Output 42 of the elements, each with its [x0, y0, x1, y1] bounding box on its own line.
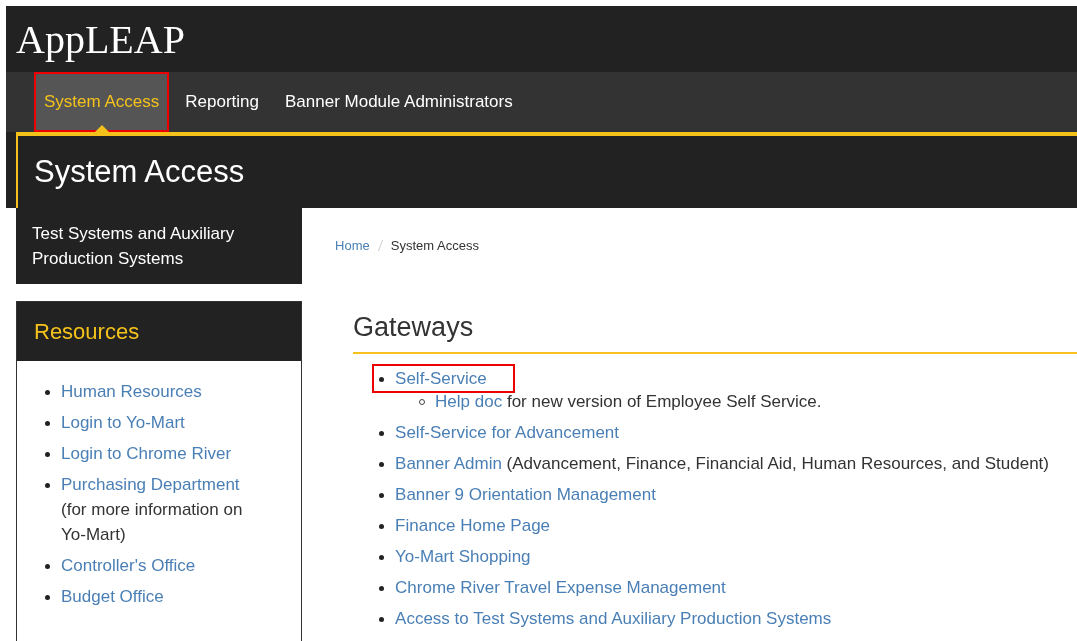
bullet-icon — [379, 493, 385, 498]
gateway-item: Banner Admin (Advancement, Finance, Financial Aid, Human Resources, and Student) — [395, 453, 1049, 475]
bullet-icon — [379, 586, 385, 591]
section-heading: Gateways — [353, 312, 1077, 354]
bullet-icon — [45, 483, 50, 488]
gateway-link[interactable]: Banner Admin — [395, 454, 502, 473]
nav-tab[interactable]: Reporting — [175, 72, 269, 132]
gateway-link[interactable]: Self-Service — [395, 369, 487, 388]
resource-link[interactable]: Login to Chrome River — [61, 444, 232, 463]
breadcrumb-current: System Access — [390, 237, 479, 253]
resource-link[interactable]: Controller's Office — [61, 556, 196, 575]
bullet-icon — [45, 595, 50, 600]
bullet-icon — [379, 617, 385, 622]
gateway-subitem: Help doc for new version of Employee Self Service. — [435, 391, 822, 413]
help-link[interactable]: Help doc — [435, 392, 503, 411]
bullet-icon — [379, 555, 385, 560]
resource-link[interactable]: Human Resources — [61, 382, 202, 401]
gateway-link[interactable]: Access to Test Systems and Auxiliary Production Systems — [395, 609, 832, 628]
bullet-icon — [45, 421, 50, 426]
gateway-link[interactable]: Yo-Mart Shopping — [395, 547, 531, 566]
page-title: System Access — [34, 154, 245, 190]
sidebar-item[interactable]: Test Systems and Auxiliary Production Systems — [16, 208, 303, 284]
resources-title: Resources — [17, 302, 302, 361]
bullet-icon — [45, 390, 50, 395]
nav-tab[interactable]: System Access — [34, 72, 170, 132]
breadcrumb-link[interactable]: Home — [335, 237, 370, 253]
resource-link[interactable]: Budget Office — [61, 587, 164, 606]
gateway-link[interactable]: Chrome River Travel Expense Management — [395, 578, 726, 597]
bullet-icon — [45, 452, 50, 457]
gateway-link[interactable]: Self-Service for Advancement — [395, 423, 620, 442]
bullet-icon — [379, 431, 385, 436]
resource-link[interactable]: Purchasing Department — [61, 475, 240, 494]
bullet-icon — [379, 377, 385, 382]
resource-item: Purchasing Department (for more information on Yo-Mart) — [61, 474, 244, 546]
bullet-icon — [379, 524, 385, 529]
gateway-link[interactable]: Finance Home Page — [395, 516, 551, 535]
site-title[interactable]: AppLEAP — [16, 15, 185, 63]
resource-link[interactable]: Login to Yo-Mart — [61, 413, 185, 432]
gateway-link[interactable]: Banner 9 Orientation Management — [395, 485, 656, 504]
nav-tab[interactable]: Banner Module Administrators — [275, 72, 523, 132]
bullet-icon — [379, 462, 385, 467]
bullet-icon — [45, 564, 50, 569]
